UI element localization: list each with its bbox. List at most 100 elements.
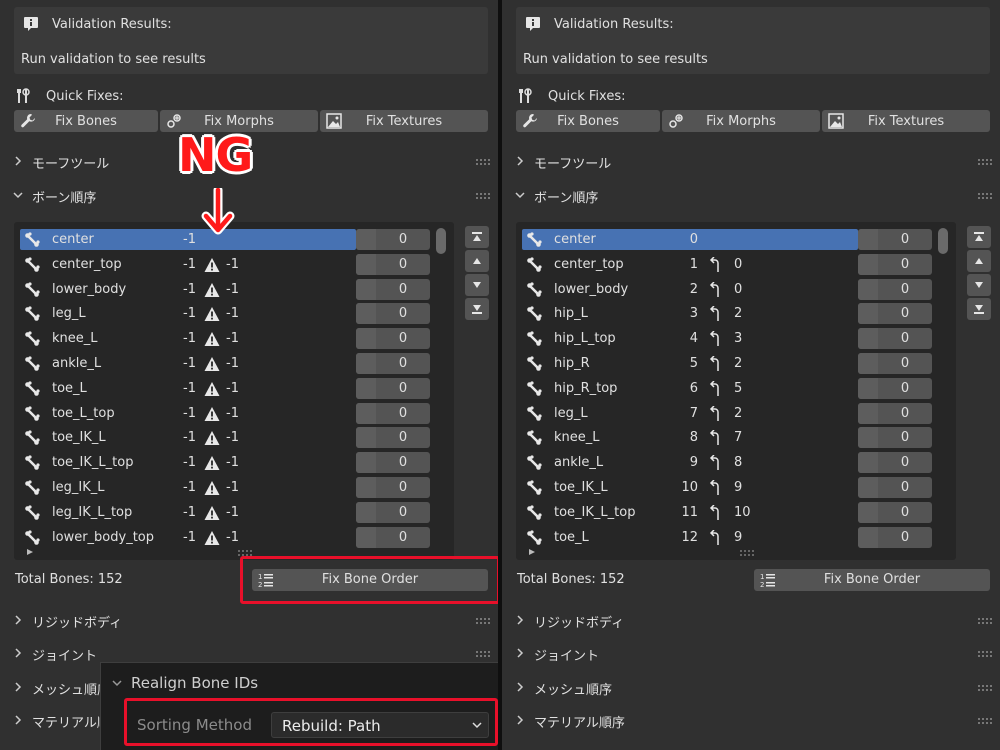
bone-list-row[interactable]: center_top -1 -1 0 <box>20 253 438 276</box>
field-toggle[interactable] <box>858 253 878 275</box>
bone-value-field[interactable]: 0 <box>858 229 932 250</box>
drag-grip-icon[interactable] <box>978 193 992 199</box>
drag-grip-icon[interactable] <box>978 718 992 724</box>
bone-value-field[interactable]: 0 <box>858 303 932 325</box>
field-toggle[interactable] <box>356 229 376 250</box>
move-up-button[interactable] <box>465 250 489 272</box>
field-toggle[interactable] <box>356 427 376 449</box>
bone-value-field[interactable]: 0 <box>356 501 430 523</box>
field-toggle[interactable] <box>858 501 878 523</box>
bone-list-row[interactable]: center_top 1 0 0 <box>522 253 940 276</box>
move-down-button[interactable] <box>967 274 991 296</box>
field-toggle[interactable] <box>356 501 376 523</box>
bone-list-row[interactable]: ankle_L -1 -1 0 <box>20 352 438 375</box>
bone-value-field[interactable]: 0 <box>356 452 430 474</box>
field-toggle[interactable] <box>356 477 376 498</box>
bone-list-row[interactable]: hip_L_top 4 3 0 <box>522 327 940 350</box>
bone-value-field[interactable]: 0 <box>858 253 932 275</box>
section-joint[interactable]: ジョイント <box>514 643 992 665</box>
bone-value-field[interactable]: 0 <box>356 402 430 424</box>
field-toggle[interactable] <box>858 452 878 474</box>
list-resize-grip-icon[interactable] <box>740 550 754 556</box>
section-bone-order[interactable]: ボーン順序 <box>514 185 992 207</box>
bone-value-field[interactable]: 0 <box>356 278 430 300</box>
bone-list-row[interactable]: hip_L 3 2 0 <box>522 302 940 325</box>
bone-list-row[interactable]: ankle_L 9 8 0 <box>522 451 940 474</box>
section-rigid-body[interactable]: リジッドボディ <box>12 610 490 632</box>
bone-value-field[interactable]: 0 <box>356 526 430 548</box>
field-toggle[interactable] <box>356 353 376 374</box>
field-toggle[interactable] <box>858 402 878 424</box>
field-toggle[interactable] <box>356 377 376 399</box>
section-morph-tools[interactable]: モーフツール <box>514 151 992 173</box>
field-toggle[interactable] <box>858 427 878 449</box>
bone-value-field[interactable]: 0 <box>858 427 932 449</box>
bone-list-row[interactable]: hip_R_top 6 5 0 <box>522 377 940 400</box>
field-toggle[interactable] <box>356 526 376 548</box>
bone-list-row[interactable]: center 0 0 <box>522 228 940 251</box>
field-toggle[interactable] <box>356 402 376 424</box>
drag-grip-icon[interactable] <box>978 159 992 165</box>
field-toggle[interactable] <box>858 477 878 498</box>
expand-triangle-icon[interactable] <box>528 548 536 556</box>
bone-value-field[interactable]: 0 <box>858 328 932 350</box>
move-down-button[interactable] <box>465 274 489 296</box>
field-toggle[interactable] <box>858 328 878 350</box>
field-toggle[interactable] <box>356 452 376 474</box>
bone-list-row[interactable]: leg_IK_L -1 -1 0 <box>20 476 438 499</box>
field-toggle[interactable] <box>858 353 878 374</box>
fix-textures-button[interactable]: Fix Textures <box>822 110 990 132</box>
bone-list-row[interactable]: toe_L -1 -1 0 <box>20 377 438 400</box>
bone-list-row[interactable]: lower_body -1 -1 0 <box>20 278 438 301</box>
move-to-bottom-button[interactable] <box>967 298 991 320</box>
bone-list-row[interactable]: knee_L 8 7 0 <box>522 426 940 449</box>
drag-grip-icon[interactable] <box>476 159 490 165</box>
drag-grip-icon[interactable] <box>476 618 490 624</box>
bone-value-field[interactable]: 0 <box>356 427 430 449</box>
field-toggle[interactable] <box>858 377 878 399</box>
chevron-down-icon[interactable] <box>111 677 123 689</box>
bone-list[interactable]: center -1 0 center_top -1 -1 0 lower_body -1 -1 0 l… <box>14 222 454 560</box>
bone-value-field[interactable]: 0 <box>356 377 430 399</box>
bone-list-row[interactable]: toe_IK_L_top 11 10 0 <box>522 501 940 524</box>
section-material-order[interactable]: マテリアル順序 <box>514 710 992 732</box>
bone-value-field[interactable]: 0 <box>858 402 932 424</box>
bone-list-row[interactable]: toe_L 12 9 0 <box>522 526 940 549</box>
drag-grip-icon[interactable] <box>978 685 992 691</box>
section-rigid-body[interactable]: リジッドボディ <box>514 610 992 632</box>
bone-value-field[interactable]: 0 <box>858 377 932 399</box>
drag-grip-icon[interactable] <box>476 651 490 657</box>
field-toggle[interactable] <box>858 303 878 325</box>
drag-grip-icon[interactable] <box>978 618 992 624</box>
move-up-button[interactable] <box>967 250 991 272</box>
field-toggle[interactable] <box>356 328 376 350</box>
section-bone-order[interactable]: ボーン順序 <box>12 185 490 207</box>
bone-list-row[interactable]: toe_L_top -1 -1 0 <box>20 402 438 425</box>
move-to-bottom-button[interactable] <box>465 298 489 320</box>
bone-value-field[interactable]: 0 <box>356 328 430 350</box>
bone-list-row[interactable]: leg_L 7 2 0 <box>522 402 940 425</box>
bone-list-row[interactable]: leg_IK_L_top -1 -1 0 <box>20 501 438 524</box>
bone-value-field[interactable]: 0 <box>858 278 932 300</box>
drag-grip-icon[interactable] <box>476 193 490 199</box>
bone-list-row[interactable]: knee_L -1 -1 0 <box>20 327 438 350</box>
fix-bones-button[interactable]: Fix Bones <box>516 110 660 132</box>
bone-list-row[interactable]: hip_R 5 2 0 <box>522 352 940 375</box>
bone-value-field[interactable]: 0 <box>858 526 932 548</box>
field-toggle[interactable] <box>858 229 878 250</box>
fix-bones-button[interactable]: Fix Bones <box>14 110 158 132</box>
field-toggle[interactable] <box>356 253 376 275</box>
move-to-top-button[interactable] <box>465 226 489 248</box>
bone-list-row[interactable]: lower_body 2 0 0 <box>522 278 940 301</box>
bone-list-row[interactable]: toe_IK_L_top -1 -1 0 <box>20 451 438 474</box>
bone-list-row[interactable]: lower_body_top -1 -1 0 <box>20 526 438 549</box>
section-mesh-order[interactable]: メッシュ順序 <box>514 677 992 699</box>
fix-morphs-button[interactable]: Fix Morphs <box>662 110 820 132</box>
drag-grip-icon[interactable] <box>978 651 992 657</box>
bone-list-row[interactable]: leg_L -1 -1 0 <box>20 302 438 325</box>
field-toggle[interactable] <box>356 278 376 300</box>
bone-value-field[interactable]: 0 <box>858 501 932 523</box>
bone-value-field[interactable]: 0 <box>858 353 932 374</box>
field-toggle[interactable] <box>356 303 376 325</box>
move-to-top-button[interactable] <box>967 226 991 248</box>
